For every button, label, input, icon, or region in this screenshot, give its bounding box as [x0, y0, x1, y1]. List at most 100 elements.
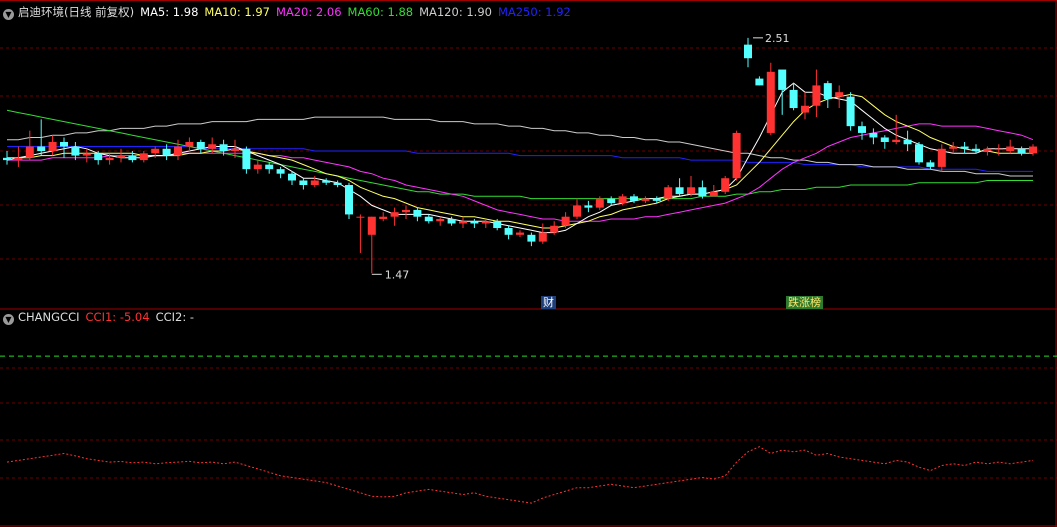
ma-legend-item: MA5: 1.98 — [140, 5, 199, 19]
candle-body — [527, 234, 536, 242]
candle-body — [789, 89, 798, 109]
candle-body — [994, 148, 1003, 150]
candle-body — [333, 182, 342, 186]
candle-body — [231, 148, 239, 152]
candle-body — [983, 148, 992, 152]
candle-body — [823, 83, 832, 99]
candle-body — [641, 198, 650, 201]
candle-body — [869, 132, 878, 138]
ma-legend-item: MA250: 1.92 — [497, 5, 571, 19]
candle-body — [310, 180, 319, 186]
cci1-label: CCI1: -5.04 — [85, 310, 150, 324]
candle-body — [812, 85, 821, 106]
candle-body — [288, 173, 296, 181]
candle-body — [390, 212, 399, 217]
candle-body — [675, 187, 684, 195]
candle-body — [424, 216, 433, 222]
candle-body — [447, 218, 456, 224]
chevron-down-icon[interactable]: ▼ — [3, 314, 14, 325]
candle-body — [105, 157, 114, 161]
main-chart-header: ▼ 启迪环境(日线 前复权) MA5: 1.98 MA10: 1.97 MA20: 2.… — [3, 4, 583, 20]
stock-chart: 2.51 1.47 — [0, 0, 1057, 527]
candle-body — [937, 148, 946, 167]
candle-body — [117, 155, 125, 158]
candle-body — [915, 144, 923, 163]
ma20-line — [7, 123, 1034, 222]
candle-body — [322, 180, 331, 183]
candle-body — [903, 139, 912, 145]
candle-body — [139, 153, 148, 161]
cci1-line — [6, 446, 1034, 504]
stock-title: 启迪环境(日线 前复权) — [18, 5, 135, 19]
ma-legend-item: MA120: 1.90 — [419, 5, 492, 19]
candle-body — [630, 196, 638, 201]
ranking-badge[interactable]: 跌涨榜 — [786, 296, 823, 309]
candle-body — [573, 205, 581, 217]
candle-body — [846, 96, 855, 127]
candle-body — [459, 221, 467, 224]
low-price-label: 1.47 — [385, 268, 410, 281]
candle-body — [652, 198, 661, 201]
ma5-line — [6, 82, 1033, 234]
cci2-label: CCI2: - — [155, 310, 195, 324]
candle-body — [744, 44, 752, 59]
candle-body — [3, 157, 11, 161]
indicator-name: CHANGCCI — [18, 310, 80, 324]
ma-legend: MA5: 1.98 MA10: 1.97 MA20: 2.06 MA60: 1.88 M… — [140, 5, 577, 19]
candle-body — [778, 69, 787, 90]
candle-body — [1017, 148, 1026, 154]
candle-body — [219, 144, 228, 152]
candle-body — [1006, 146, 1015, 152]
candle-body — [196, 141, 205, 149]
candle-body — [94, 153, 103, 161]
candle-body — [470, 221, 479, 224]
candle-body — [299, 180, 308, 186]
candle-body — [436, 218, 445, 222]
candle-body — [584, 205, 593, 208]
candle-body — [732, 132, 741, 179]
candle-body — [174, 146, 182, 156]
candle-body — [972, 148, 980, 152]
candle-body — [892, 139, 901, 142]
candle-body — [379, 216, 388, 219]
candle-body — [516, 232, 524, 235]
candle-body — [82, 153, 91, 156]
candle-body — [504, 228, 513, 235]
candle-body — [926, 162, 935, 167]
ma-legend-item: MA60: 1.88 — [347, 5, 414, 19]
candle-body — [618, 196, 627, 204]
candle-body — [25, 146, 34, 158]
candle-body — [709, 191, 718, 197]
candle-body — [481, 221, 490, 224]
candle-body — [185, 141, 194, 147]
candle-body — [698, 187, 707, 197]
chevron-down-icon[interactable]: ▼ — [3, 9, 14, 20]
candle-body — [402, 209, 410, 213]
candle-body — [801, 105, 809, 113]
high-price-label: 2.51 — [765, 32, 790, 45]
candle-body — [766, 71, 775, 133]
candle-body — [151, 148, 160, 154]
candle-body — [253, 164, 262, 170]
candle-body — [835, 92, 844, 97]
candle-body — [37, 146, 46, 152]
candle-body — [128, 155, 137, 161]
candle-body — [960, 146, 969, 149]
candle-body — [413, 209, 422, 217]
candle-body — [949, 146, 958, 149]
finance-badge[interactable]: 财 — [541, 296, 556, 309]
candle-body — [858, 126, 866, 133]
candle-body — [367, 216, 376, 235]
candle-body — [721, 178, 730, 192]
candle-body — [1029, 146, 1037, 154]
candle-body — [607, 198, 616, 204]
candle-body — [162, 148, 171, 156]
candle-body — [595, 198, 604, 208]
candle-body — [345, 185, 353, 215]
candle-body — [356, 216, 365, 218]
candle-body — [561, 216, 570, 226]
candle-body — [687, 187, 695, 195]
candle-body — [14, 157, 23, 161]
indicator-header: ▼ CHANGCCI CCI1: -5.04 CCI2: - — [3, 310, 200, 325]
candle-body — [71, 146, 80, 156]
